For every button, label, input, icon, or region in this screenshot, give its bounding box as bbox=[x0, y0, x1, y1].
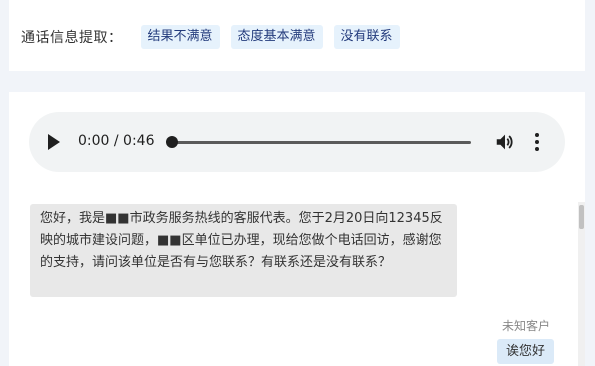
tag-attitude: 态度基本满意 bbox=[230, 25, 323, 49]
agent-message: 您好，我是■■市政务服务热线的客服代表。您于2月20日向12345反映的城市建设… bbox=[30, 204, 457, 297]
more-options-icon[interactable] bbox=[532, 133, 542, 153]
customer-message: 诶您好 bbox=[497, 339, 555, 364]
volume-icon[interactable] bbox=[494, 131, 516, 153]
audio-time: 0:00 / 0:46 bbox=[78, 133, 155, 149]
scrollbar-thumb[interactable] bbox=[579, 205, 584, 229]
tag-result: 结果不满意 bbox=[140, 25, 220, 49]
tag-contact: 没有联系 bbox=[333, 25, 400, 49]
customer-name: 未知客户 bbox=[502, 319, 551, 333]
play-icon[interactable] bbox=[48, 134, 60, 150]
audio-progress-track[interactable] bbox=[171, 141, 471, 144]
call-info-row: 通话信息提取： 结果不满意 态度基本满意 没有联系 bbox=[21, 24, 411, 50]
audio-progress-thumb[interactable] bbox=[166, 136, 178, 148]
call-info-label: 通话信息提取： bbox=[21, 30, 123, 46]
